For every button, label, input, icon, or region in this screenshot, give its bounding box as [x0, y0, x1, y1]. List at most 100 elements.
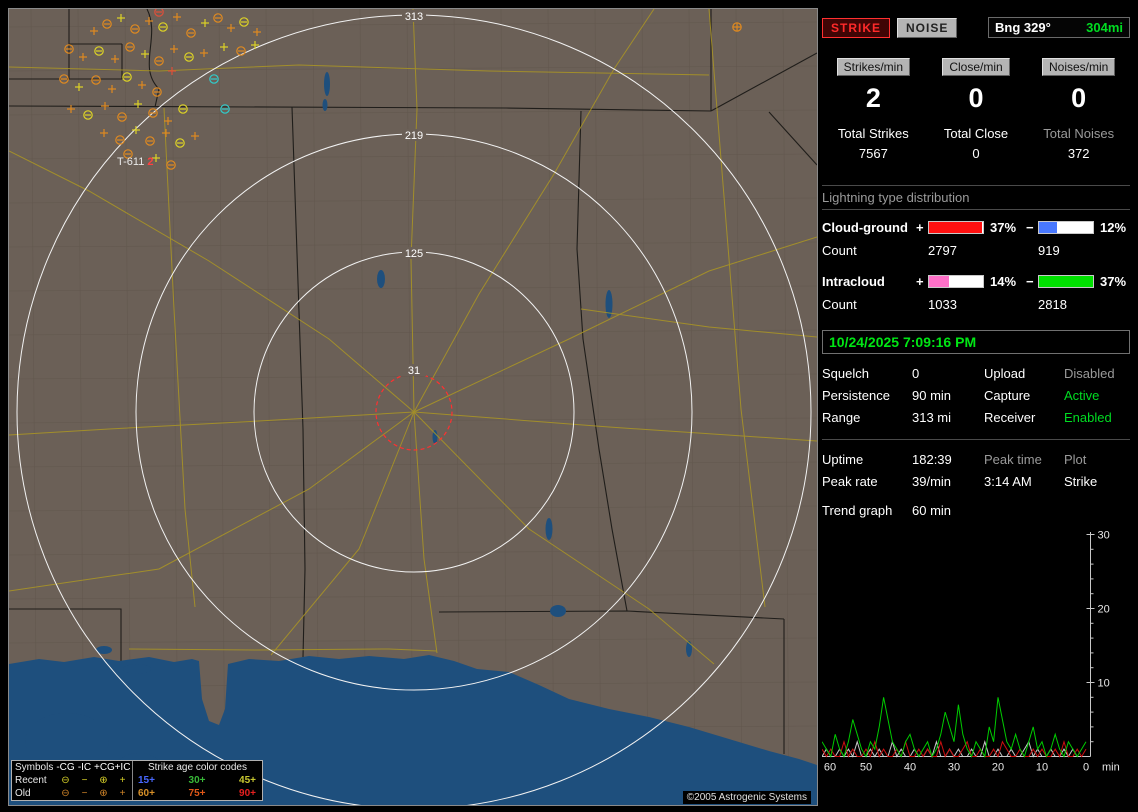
separator: [822, 439, 1130, 440]
ic-positive-bar: [928, 275, 984, 288]
recent-neg-ic-icon: −: [81, 775, 88, 786]
strikes-per-min-value: 2: [865, 83, 881, 113]
legend-old-label: Old: [15, 788, 31, 799]
svg-text:40: 40: [904, 762, 916, 774]
plus-sign: +: [916, 220, 924, 235]
total-noises-label: Total Noises: [1043, 126, 1115, 141]
cg-positive-count: 2797: [928, 243, 957, 258]
legend-recent-row: Recent ⊖ − ⊕ + 15+ 30+ 45+: [12, 774, 262, 787]
intracloud-count-row: Count 1033 2818: [822, 293, 1130, 316]
range-label: Range: [822, 410, 861, 425]
cg-negative-count: 919: [1038, 243, 1060, 258]
ic-negative-count: 2818: [1038, 297, 1067, 312]
legend-age-code: 15+: [138, 775, 155, 786]
svg-text:20: 20: [1098, 604, 1110, 616]
cloud-ground-count-row: Count 2797 919: [822, 239, 1130, 262]
trend-graph-window: 60 min: [912, 503, 952, 518]
legend-col-neg-cg: -CG: [56, 762, 75, 773]
legend-col-pos-cg: +CG: [94, 762, 115, 773]
copyright-text: ©2005 Astrogenic Systems: [682, 791, 811, 804]
svg-text:min: min: [1102, 762, 1120, 774]
noises-per-min-button[interactable]: Noises/min: [1042, 58, 1116, 76]
bearing-display: Bng 329° 304mi: [988, 17, 1130, 38]
trend-graph-label: Trend graph: [822, 503, 893, 518]
uptime-label: Uptime: [822, 452, 864, 467]
distribution-section: Cloud-ground + 37% − 12% Count 2797 919 …: [822, 216, 1130, 316]
svg-text:60: 60: [824, 762, 836, 774]
capture-label: Capture: [984, 388, 1031, 403]
total-strikes-label: Total Strikes: [837, 126, 909, 141]
svg-text:125: 125: [405, 248, 423, 260]
svg-text:30: 30: [948, 762, 960, 774]
svg-text:313: 313: [405, 11, 423, 23]
legend-old-ages: 60+ 75+ 90+: [132, 787, 262, 800]
legend-age-code: 45+: [239, 775, 256, 786]
legend-age-code: 90+: [239, 788, 256, 799]
trend-graph: 10 20 30 60 50 40 30 20 10 0 min: [821, 524, 1130, 779]
legend-age-code: 30+: [188, 775, 206, 786]
noises-per-min-column: Noises/min 0 Total Noises 372: [1027, 58, 1130, 161]
old-neg-cg-icon: ⊖: [61, 788, 70, 799]
cg-negative-pct: 12%: [1100, 220, 1127, 235]
uptime-value: 182:39: [912, 452, 952, 467]
upload-value: Disabled: [1064, 366, 1115, 381]
peak-rate-value: 39/min: [912, 474, 952, 489]
ic-negative-pct: 37%: [1100, 274, 1127, 289]
strikes-per-min-button[interactable]: Strikes/min: [836, 58, 910, 76]
legend-old-row: Old ⊖ − ⊕ + 60+ 75+ 90+: [12, 787, 262, 800]
total-close-label: Total Close: [943, 126, 1009, 141]
intracloud-label: Intracloud: [822, 274, 885, 289]
plot-label: Plot: [1064, 452, 1087, 467]
map-legend: Symbols -CG -IC +CG +IC Strike age color…: [11, 760, 263, 801]
ic-positive-pct: 14%: [990, 274, 1017, 289]
strike-map-canvas[interactable]: 313 219 125 31 T-611 2: [9, 9, 817, 805]
svg-text:10: 10: [1098, 678, 1110, 690]
persistence-label: Persistence: [822, 388, 890, 403]
svg-text:30: 30: [1098, 530, 1110, 542]
strikes-per-min-column: Strikes/min 2 Total Strikes 7567: [822, 58, 925, 161]
count-label: Count: [822, 243, 857, 258]
svg-text:T-611 2: T-611 2: [117, 156, 154, 168]
persistence-value: 90 min: [912, 388, 952, 403]
ic-positive-count: 1033: [928, 297, 957, 312]
strike-indicator[interactable]: STRIKE: [822, 17, 891, 38]
upload-label: Upload: [984, 366, 1026, 381]
svg-text:31: 31: [408, 365, 420, 377]
svg-text:219: 219: [405, 130, 423, 142]
minus-sign: −: [1026, 274, 1034, 289]
svg-text:0: 0: [1083, 762, 1089, 774]
svg-text:20: 20: [992, 762, 1004, 774]
stormvue-window: 313 219 125 31 T-611 2 Symbols -CG -IC +CG +…: [0, 0, 1138, 812]
count-label: Count: [822, 297, 857, 312]
separator: [822, 209, 1130, 210]
old-pos-ic-icon: +: [119, 788, 126, 799]
ic-negative-bar: [1038, 275, 1094, 288]
intracloud-row: Intracloud + 14% − 37%: [822, 270, 1130, 293]
distribution-title: Lightning type distribution: [822, 190, 970, 205]
settings-grid: Squelch 0 Upload Disabled Persistence 90…: [822, 366, 1130, 425]
legend-age-code: 60+: [138, 788, 155, 799]
close-per-min-column: Close/min 0 Total Close 0: [925, 58, 1028, 161]
recent-neg-cg-icon: ⊖: [61, 775, 70, 786]
trend-graph-header: Trend graph 60 min: [822, 503, 1130, 518]
noise-indicator[interactable]: NOISE: [897, 17, 958, 38]
bearing-distance: 304mi: [1086, 20, 1123, 35]
recent-pos-ic-icon: +: [119, 775, 126, 786]
minus-sign: −: [1026, 220, 1034, 235]
indicator-row: STRIKE NOISE Bng 329° 304mi: [822, 17, 1130, 38]
legend-header-row: Symbols -CG -IC +CG +IC Strike age color…: [12, 761, 262, 774]
receiver-label: Receiver: [984, 410, 1036, 425]
lightning-map[interactable]: 313 219 125 31 T-611 2 Symbols -CG -IC +CG +…: [8, 8, 818, 806]
close-per-min-button[interactable]: Close/min: [942, 58, 1010, 76]
capture-value: Active: [1064, 388, 1100, 403]
range-value: 313 mi: [912, 410, 952, 425]
squelch-label: Squelch: [822, 366, 869, 381]
cg-positive-pct: 37%: [990, 220, 1017, 235]
legend-age-code: 75+: [188, 788, 206, 799]
control-panel: STRIKE NOISE Bng 329° 304mi Strikes/min …: [821, 8, 1130, 804]
status-grid: Uptime 182:39 Peak time Plot Peak rate 3…: [822, 452, 1130, 489]
receiver-value: Enabled: [1064, 410, 1112, 425]
bearing-value: Bng 329°: [995, 20, 1051, 35]
trend-graph-canvas: 10 20 30 60 50 40 30 20 10 0 min: [821, 524, 1130, 776]
peak-time-value: 3:14 AM: [984, 474, 1032, 489]
